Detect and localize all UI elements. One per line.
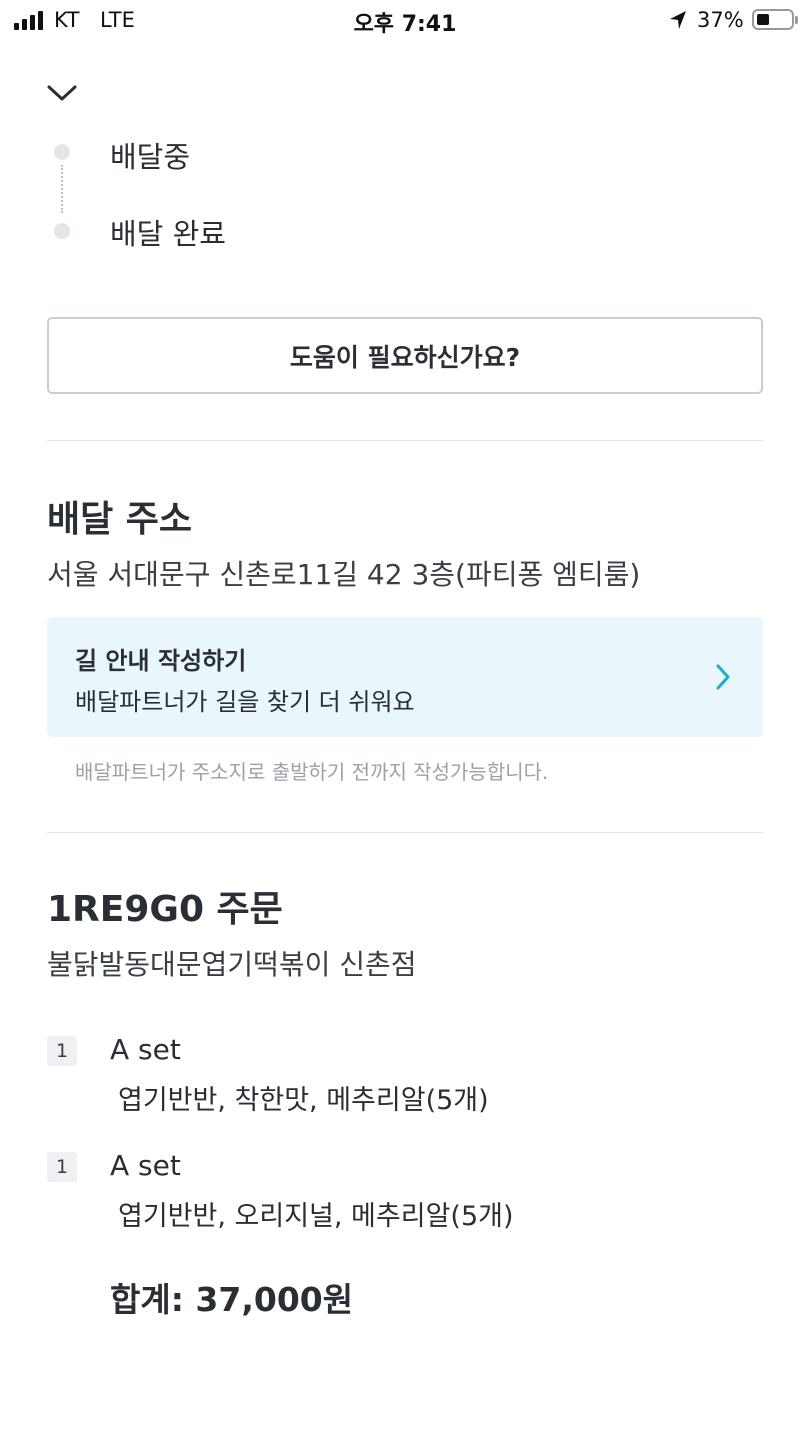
delivery-address-text: 서울 서대문구 신촌로11길 42 3층(파티퐁 엠티룸) — [47, 558, 641, 591]
timeline-step-label: 배달중 — [110, 140, 191, 170]
write-directions-subtitle: 배달파트너가 길을 찾기 더 쉬워요 — [75, 688, 415, 716]
item-options: 엽기반반, 오리지널, 메추리알(5개) — [118, 1201, 514, 1232]
status-time: 오후 7:41 — [353, 12, 457, 37]
help-button[interactable]: 도움이 필요하신가요? — [47, 317, 763, 394]
battery-percent: 37% — [697, 8, 744, 32]
item-quantity-badge: 1 — [47, 1036, 77, 1066]
item-name: A set — [110, 1033, 181, 1066]
section-divider — [47, 832, 763, 833]
directions-note: 배달파트너가 주소지로 출발하기 전까지 작성가능합니다. — [75, 760, 549, 784]
write-directions-card[interactable]: 길 안내 작성하기 배달파트너가 길을 찾기 더 쉬워요 — [47, 617, 763, 737]
chevron-down-icon — [47, 85, 77, 101]
section-divider — [47, 440, 763, 441]
timeline-step-label: 배달 완료 — [110, 217, 226, 251]
timeline-step-delivering: 배달중 — [0, 130, 810, 170]
delivery-address-title: 배달 주소 — [47, 499, 193, 540]
store-name: 불닭발동대문엽기떡볶이 신촌점 — [47, 948, 417, 981]
item-options: 엽기반반, 착한맛, 메추리알(5개) — [118, 1085, 489, 1116]
order-total: 합계: 37,000원 — [110, 1280, 354, 1319]
write-directions-title: 길 안내 작성하기 — [75, 647, 247, 675]
item-name: A set — [110, 1149, 181, 1182]
order-title: 1RE9G0 주문 — [47, 889, 283, 930]
battery-icon — [752, 9, 798, 30]
location-arrow-icon — [670, 11, 686, 29]
timeline-connector — [61, 165, 63, 213]
status-bar: KT LTE 오후 7:41 37% — [0, 0, 810, 44]
item-quantity-badge: 1 — [47, 1152, 77, 1182]
chevron-right-icon — [716, 664, 730, 690]
timeline-dot — [54, 223, 70, 239]
timeline-dot — [54, 144, 70, 160]
collapse-button[interactable] — [44, 78, 80, 108]
